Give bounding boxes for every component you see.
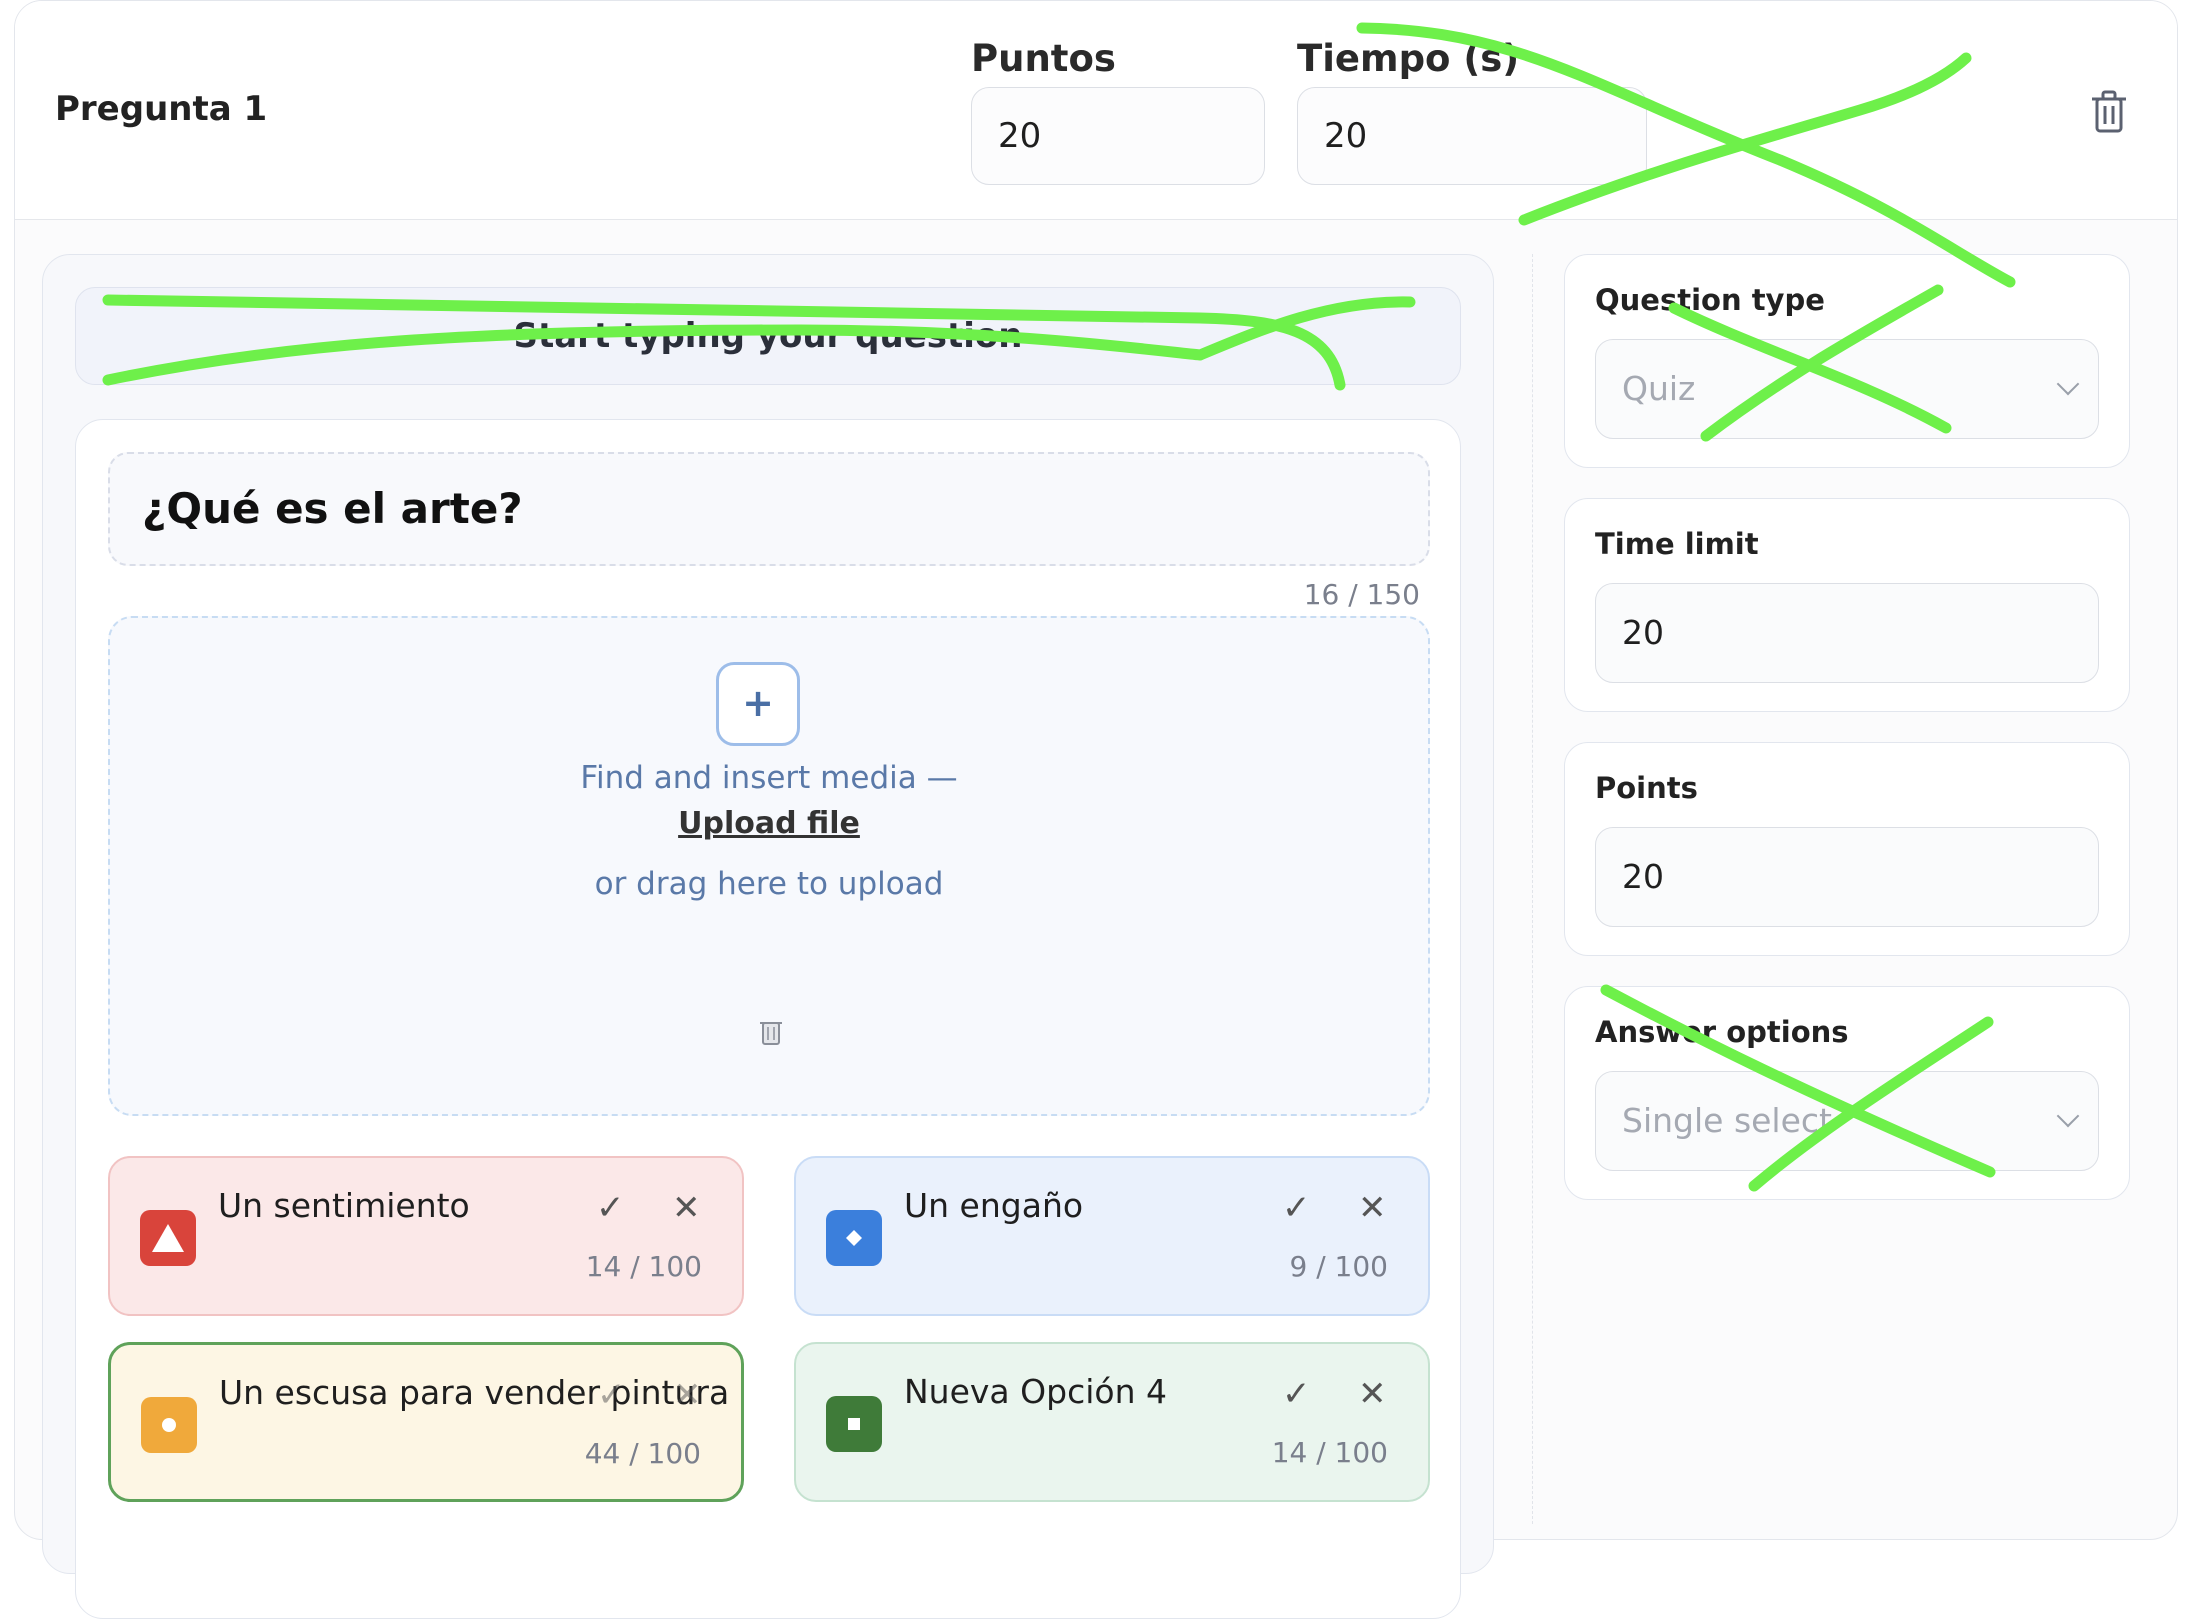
answer-option-4[interactable]: Nueva Opción 4 ✓ ✕ 14 / 100 <box>794 1342 1430 1502</box>
points-input-side[interactable]: 20 <box>1595 827 2099 927</box>
time-label: Tiempo (s) <box>1297 37 1520 80</box>
delete-question-trash-icon[interactable] <box>2087 89 2131 137</box>
answer-options-select[interactable]: Single select <box>1595 1071 2099 1171</box>
time-limit-card: Time limit 20 <box>1564 498 2130 712</box>
circle-icon <box>141 1397 197 1453</box>
add-media-plus-icon[interactable]: + <box>716 662 800 746</box>
time-input[interactable]: 20 <box>1297 87 1647 185</box>
points-label-side: Points <box>1595 771 1698 805</box>
question-type-value: Quiz <box>1622 369 1696 408</box>
answer-char-counter: 9 / 100 <box>1289 1250 1389 1283</box>
time-limit-label: Time limit <box>1595 527 1759 561</box>
chevron-down-icon <box>2056 1104 2080 1128</box>
answer-char-counter: 14 / 100 <box>585 1250 702 1283</box>
answer-options-label: Answer options <box>1595 1015 1849 1049</box>
time-limit-input[interactable]: 20 <box>1595 583 2099 683</box>
answer-text[interactable]: Nueva Opción 4 <box>904 1372 1167 1411</box>
answer-options-value: Single select <box>1622 1101 1832 1140</box>
remove-answer-close-icon[interactable]: ✕ <box>1358 1188 1387 1228</box>
mark-correct-check-icon[interactable]: ✓ <box>596 1188 625 1228</box>
remove-media-trash-icon[interactable] <box>758 1016 784 1046</box>
answer-option-3[interactable]: Un escusa para vender pintura ✓ ✕ 44 / 1… <box>108 1342 744 1502</box>
question-editor: ¿Qué es el arte? 16 / 150 + Find and ins… <box>75 419 1461 1619</box>
question-type-label: Question type <box>1595 283 1825 317</box>
mark-correct-check-icon[interactable]: ✓ <box>1282 1188 1311 1228</box>
question-text-input[interactable]: ¿Qué es el arte? <box>108 452 1430 566</box>
question-type-select[interactable]: Quiz <box>1595 339 2099 439</box>
mark-correct-check-icon[interactable]: ✓ <box>1282 1374 1311 1414</box>
answer-options-card: Answer options Single select <box>1564 986 2130 1200</box>
triangle-icon <box>140 1210 196 1266</box>
question-type-card: Question type Quiz <box>1564 254 2130 468</box>
answer-text[interactable]: Un engaño <box>904 1186 1083 1225</box>
upload-file-link[interactable]: Upload file <box>110 806 1428 841</box>
media-dropzone[interactable]: + Find and insert media — Upload file or… <box>108 616 1430 1116</box>
find-media-text: Find and insert media — <box>580 760 958 796</box>
diamond-icon <box>826 1210 882 1266</box>
mark-correct-check-icon[interactable]: ✓ <box>597 1375 626 1415</box>
answer-option-1[interactable]: Un sentimiento ✓ ✕ 14 / 100 <box>108 1156 744 1316</box>
question-char-counter: 16 / 150 <box>1303 578 1420 611</box>
remove-answer-close-icon[interactable]: ✕ <box>673 1375 702 1415</box>
square-icon <box>826 1396 882 1452</box>
answer-text[interactable]: Un escusa para vender pintura <box>219 1373 729 1412</box>
chevron-down-icon <box>2056 372 2080 396</box>
remove-answer-close-icon[interactable]: ✕ <box>1358 1374 1387 1414</box>
answer-char-counter: 44 / 100 <box>584 1437 701 1470</box>
points-label: Puntos <box>971 37 1116 80</box>
question-header: Pregunta 1 Puntos 20 Tiempo (s) 20 <box>15 1 2177 220</box>
panel-divider <box>1532 254 1533 1524</box>
question-title: Pregunta 1 <box>55 89 268 129</box>
editor-panel: Start typing your question ¿Qué es el ar… <box>42 254 1494 1619</box>
points-card: Points 20 <box>1564 742 2130 956</box>
remove-answer-close-icon[interactable]: ✕ <box>672 1188 701 1228</box>
drag-upload-text: or drag here to upload <box>594 866 944 902</box>
answer-text[interactable]: Un sentimiento <box>218 1186 470 1225</box>
question-prompt-bar[interactable]: Start typing your question <box>75 287 1461 385</box>
answer-option-2[interactable]: Un engaño ✓ ✕ 9 / 100 <box>794 1156 1430 1316</box>
answer-char-counter: 14 / 100 <box>1271 1436 1388 1469</box>
points-input[interactable]: 20 <box>971 87 1265 185</box>
